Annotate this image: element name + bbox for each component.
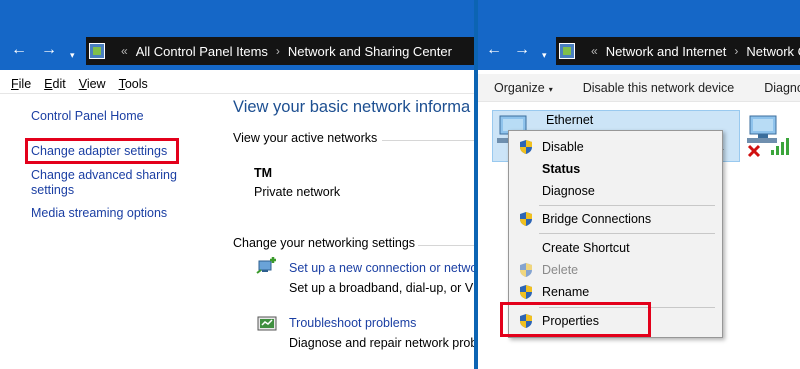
forward-arrow-icon[interactable]: → — [514, 40, 530, 60]
back-arrow-icon[interactable]: ← — [486, 40, 502, 60]
menu-edit[interactable]: Edit — [44, 77, 66, 91]
troubleshoot-icon — [257, 316, 277, 331]
main-content: View your basic network informa View you… — [222, 96, 474, 369]
menu-view[interactable]: View — [79, 77, 106, 91]
ctx-disable[interactable]: Disable — [542, 140, 584, 154]
red-x-icon — [747, 144, 761, 158]
media-streaming-options-link[interactable]: Media streaming options — [31, 206, 167, 221]
change-settings-label: Change your networking settings — [233, 236, 416, 250]
shield-icon — [520, 140, 532, 154]
control-panel-icon — [89, 43, 105, 59]
chevron-down-icon: ▾ — [548, 84, 553, 94]
network-name: TM — [254, 166, 273, 180]
divider — [418, 245, 474, 246]
ctx-rename[interactable]: Rename — [542, 285, 589, 299]
forward-arrow-icon[interactable]: → — [41, 40, 57, 60]
address-bar[interactable]: « All Control Panel Items › Network and … — [86, 37, 474, 65]
signal-bars-icon — [771, 138, 789, 155]
address-bar[interactable]: « Network and Internet › Network Conn — [556, 37, 800, 65]
recent-locations-dropdown-icon[interactable]: ▾ — [542, 45, 547, 65]
breadcrumb-network-and-internet[interactable]: Network and Internet — [606, 44, 727, 59]
troubleshoot-problems-link[interactable]: Troubleshoot problems — [289, 316, 416, 330]
menu-file[interactable]: File — [11, 77, 31, 91]
menu-separator — [539, 233, 715, 234]
breadcrumb-overflow[interactable]: « — [591, 44, 598, 58]
menu-tools[interactable]: Tools — [119, 77, 148, 91]
breadcrumb-separator: › — [734, 44, 739, 58]
back-arrow-icon[interactable]: ← — [11, 40, 27, 60]
highlight-box — [25, 138, 179, 164]
divider — [382, 140, 474, 141]
highlight-box — [500, 302, 651, 337]
breadcrumb-all-control-panel-items[interactable]: All Control Panel Items — [136, 44, 268, 59]
organize-label: Organize — [494, 80, 545, 95]
ctx-create-shortcut[interactable]: Create Shortcut — [542, 241, 630, 255]
network-sharing-center-window: ← → ▾ « All Control Panel Items › Networ… — [0, 0, 474, 369]
command-bar: Organize ▾ Disable this network device Di… — [478, 74, 800, 102]
network-folder-icon — [559, 43, 575, 59]
breadcrumb-overflow[interactable]: « — [121, 44, 128, 58]
organize-button[interactable]: Organize ▾ — [494, 81, 553, 95]
menu-separator — [539, 205, 715, 206]
shield-icon — [520, 212, 532, 226]
diagnose-button[interactable]: Diagnos — [764, 81, 800, 95]
sidebar: Control Panel Home Change adapter settin… — [0, 96, 222, 369]
adapter-name: Ethernet — [546, 113, 594, 127]
breadcrumb-network-connections[interactable]: Network Conn — [746, 44, 800, 59]
setup-connection-desc: Set up a broadband, dial-up, or VP — [289, 281, 474, 295]
new-connection-icon — [256, 257, 276, 274]
change-advanced-sharing-link[interactable]: Change advanced sharing — [31, 168, 177, 183]
change-advanced-sharing-link-line2[interactable]: settings — [31, 183, 74, 198]
control-panel-home-link[interactable]: Control Panel Home — [31, 109, 144, 124]
ctx-status[interactable]: Status — [542, 162, 580, 176]
ctx-bridge-connections[interactable]: Bridge Connections — [542, 212, 651, 226]
shield-icon — [520, 263, 532, 277]
page-title: View your basic network informa — [233, 98, 471, 116]
menu-bar: File Edit View Tools — [0, 74, 474, 94]
breadcrumb-network-sharing-center[interactable]: Network and Sharing Center — [288, 44, 452, 59]
network-type[interactable]: Private network — [254, 185, 340, 199]
troubleshoot-problems-desc: Diagnose and repair network prob — [289, 336, 474, 350]
ctx-delete: Delete — [542, 263, 579, 277]
ctx-diagnose[interactable]: Diagnose — [542, 184, 595, 198]
disable-device-button[interactable]: Disable this network device — [583, 81, 734, 95]
setup-connection-link[interactable]: Set up a new connection or netwo — [289, 261, 474, 275]
recent-locations-dropdown-icon[interactable]: ▾ — [70, 45, 75, 65]
active-networks-label: View your active networks — [233, 131, 378, 145]
breadcrumb-separator: › — [275, 44, 280, 58]
shield-icon — [520, 285, 532, 299]
